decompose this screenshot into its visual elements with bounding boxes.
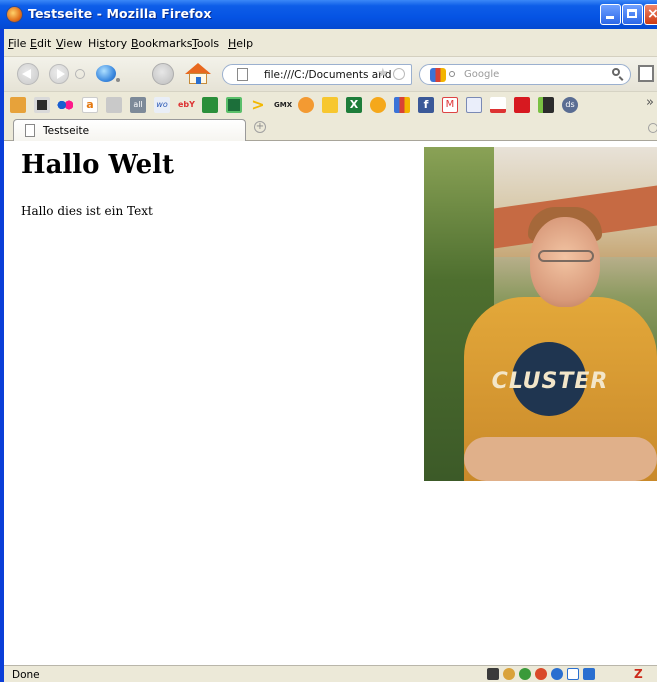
bookmarks-more-button[interactable]: » [646,95,657,111]
reload-icon [96,65,116,82]
amazon-icon[interactable]: a [82,97,98,113]
bookmarks-toolbar: a all wo ebY > GMX X f M ds » [4,91,657,117]
dict-icon[interactable] [370,97,386,113]
stop-button[interactable] [152,63,174,85]
page-icon [237,68,248,81]
facebook-icon[interactable]: f [418,97,434,113]
star-icon[interactable]: ★ [377,67,391,81]
firefox-icon [7,7,22,22]
new-window-icon[interactable] [638,65,654,82]
history-dropdown-icon[interactable] [75,69,85,79]
monkey-icon[interactable] [503,668,515,680]
tab-label: Testseite [43,125,90,137]
page-heading: Hallo Welt [21,150,175,180]
menu-file[interactable]: File [8,37,26,50]
menu-view-label: iew [63,37,83,50]
home-door-icon [196,77,201,84]
folder-icon[interactable] [10,97,26,113]
delicious-icon[interactable] [490,97,506,113]
menu-history-pre: Hi [88,37,100,50]
gmail-icon[interactable]: M [442,97,458,113]
menu-edit-accel: E [30,37,37,50]
chart-icon[interactable] [298,97,314,113]
ebay-icon[interactable]: ebY [178,97,195,113]
all-icon[interactable]: all [130,97,146,113]
menu-history-post: tory [105,37,128,50]
menu-bar: File Edit View History Bookmarks Tools H… [4,29,657,57]
go-dropdown-icon[interactable] [393,68,405,80]
menu-bookmarks-label: ookmarks [138,37,193,50]
map-icon[interactable] [226,97,242,113]
maximize-button[interactable] [622,4,643,25]
menu-tools[interactable]: Tools [192,37,219,50]
status-text: Done [12,669,40,681]
photo-shirt-text: CLUSTER [491,369,609,394]
new-tab-button[interactable]: + [254,121,266,133]
grid-icon[interactable] [567,668,579,680]
forward-button[interactable] [49,64,69,84]
wiki-icon[interactable]: wo [154,97,170,113]
minimize-icon [606,16,614,19]
flickr-icon[interactable] [57,97,73,113]
adobe-icon[interactable] [514,97,530,113]
navigation-toolbar: file:///C:/Documents and ★ Google [4,57,657,91]
tab-list-icon[interactable] [648,123,657,133]
sync-icon[interactable] [535,668,547,680]
check-icon[interactable] [202,97,218,113]
photo-face [530,217,600,307]
excel-icon[interactable]: X [346,97,362,113]
menu-tools-label: ools [196,37,220,50]
window-title: Testseite - Mozilla Firefox [28,6,212,21]
xmarks-icon[interactable] [583,668,595,680]
page-icon [25,124,35,137]
menu-help[interactable]: Help [228,37,253,50]
menu-help-label: elp [236,37,254,50]
bookmark-icon[interactable] [538,97,554,113]
zotero-icon[interactable]: Z [634,667,643,681]
gmx-icon[interactable]: GMX [274,97,292,113]
menu-edit[interactable]: Edit [30,37,51,50]
menu-file-label: ile [13,37,27,50]
url-bar[interactable]: file:///C:/Documents and ★ [222,64,412,85]
page-content: Hallo Welt Hallo dies ist ein Text CLUST… [14,141,657,665]
reload-button[interactable] [94,62,120,86]
menu-history[interactable]: History [88,37,127,50]
puzzle-icon[interactable] [106,97,122,113]
url-text: file:///C:/Documents and [264,69,392,81]
minimize-button[interactable] [600,4,621,25]
page-paragraph: Hallo dies ist ein Text [21,204,153,218]
menu-bookmarks-accel: B [131,37,139,50]
menu-view[interactable]: View [56,37,82,50]
arrow-icon[interactable]: > [250,97,266,113]
tab-testseite[interactable]: Testseite [13,119,246,141]
back-button[interactable] [17,63,39,85]
notebook-icon[interactable] [34,97,50,113]
google-icon[interactable] [394,97,410,113]
menu-edit-label: dit [36,37,52,50]
title-bar[interactable]: Testseite - Mozilla Firefox × [0,0,657,29]
close-button[interactable]: × [644,4,657,25]
menu-bookmarks[interactable]: Bookmarks [131,37,192,50]
google-engine-icon[interactable] [430,68,446,82]
search-icon[interactable] [612,68,620,76]
globe-icon[interactable] [551,668,563,680]
status-bar: Done Z [4,665,657,682]
search-bar[interactable]: Google [419,64,631,85]
photo-arms [464,437,657,481]
reload-dropdown-icon [116,78,120,82]
person-photo: CLUSTER [424,147,657,481]
ds-icon[interactable]: ds [562,97,578,113]
close-icon: × [647,6,657,22]
photo-glasses [538,250,594,262]
calendar-icon[interactable] [466,97,482,113]
tab-bar: Testseite + [4,117,657,141]
download-icon[interactable] [487,668,499,680]
stack-icon[interactable] [322,97,338,113]
maximize-icon [627,9,637,18]
check-status-icon[interactable] [519,668,531,680]
engine-dropdown-icon[interactable] [449,71,455,77]
home-button[interactable] [184,62,212,86]
search-placeholder: Google [464,69,500,80]
